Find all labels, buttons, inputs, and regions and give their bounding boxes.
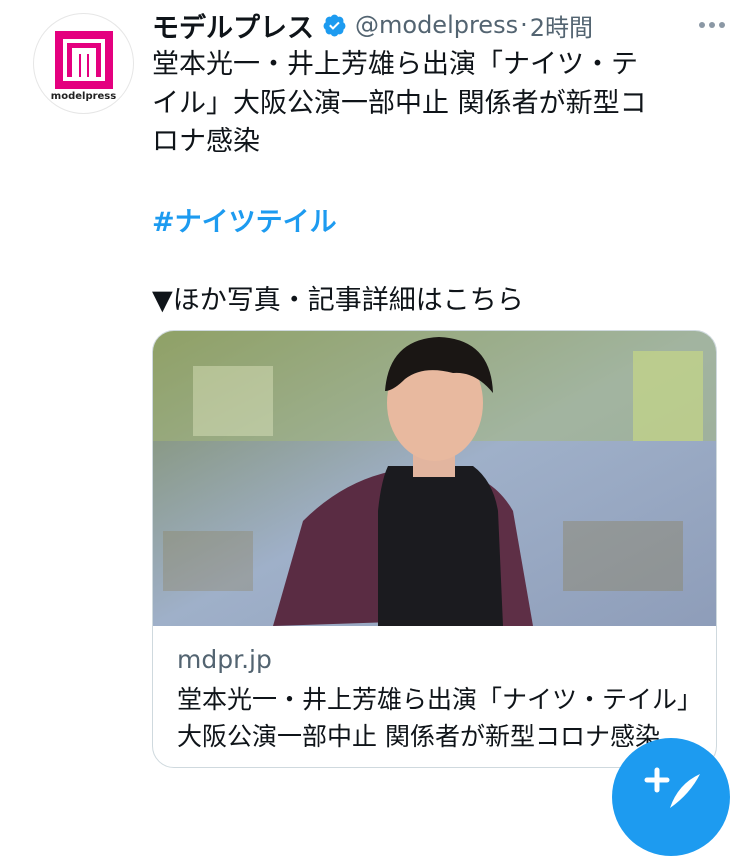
card-title: 堂本光一・井上芳雄ら出演「ナイツ・テイル」大阪公演一部中止 関係者が新型コロナ感… — [177, 685, 690, 751]
tweet-text-line: 堂本光一・井上芳雄ら出演「ナイツ・テ — [152, 49, 638, 80]
link-card[interactable]: mdpr.jp 堂本光一・井上芳雄ら出演「ナイツ・テイル」大阪公演一部中止 関係… — [152, 330, 717, 768]
tweet-text-line: ロナ感染 — [152, 126, 260, 157]
tweet-header: モデルプレス @modelpress · 2時間 — [152, 6, 730, 45]
account-handle[interactable]: @modelpress — [355, 11, 518, 39]
modelpress-logo-icon — [55, 31, 113, 89]
avatar[interactable]: modelpress — [33, 13, 134, 114]
link-intro-text: ▼ほか写真・記事詳細はこちら — [152, 285, 524, 316]
compose-icon — [644, 767, 700, 808]
avatar-logo-text: modelpress — [50, 91, 117, 102]
more-icon[interactable] — [694, 12, 730, 38]
hashtag-link[interactable]: #ナイツテイル — [152, 200, 337, 239]
separator-dot: · — [520, 11, 528, 39]
tweet-timestamp[interactable]: 2時間 — [530, 8, 593, 43]
card-image — [153, 331, 716, 626]
verified-badge-icon — [323, 14, 346, 36]
account-name[interactable]: モデルプレス — [152, 6, 314, 45]
compose-button[interactable] — [612, 738, 730, 856]
card-domain: mdpr.jp — [177, 645, 272, 674]
tweet-text-line: イル」大阪公演一部中止 関係者が新型コ — [152, 87, 647, 119]
tweet-text: 堂本光一・井上芳雄ら出演「ナイツ・テ イル」大阪公演一部中止 関係者が新型コ ロ… — [152, 46, 712, 162]
